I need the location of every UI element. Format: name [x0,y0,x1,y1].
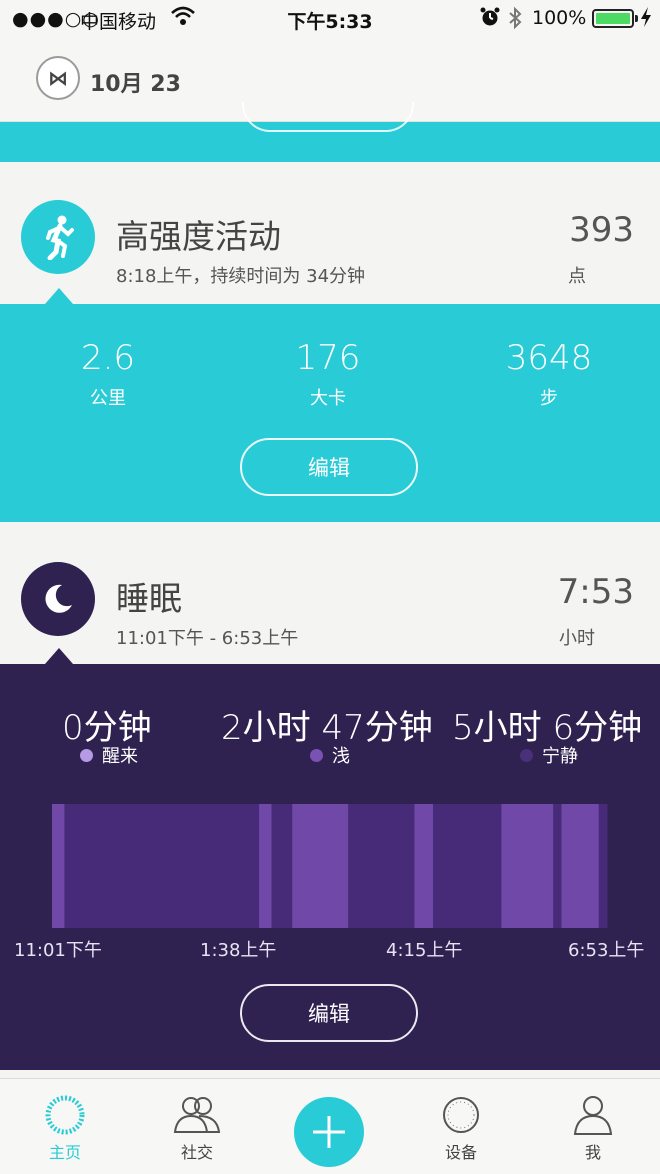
sleep-duration: 7:53 [557,572,634,612]
time-tick: 4:15上午 [386,940,463,961]
activity-card-header[interactable]: 高强度活动 8:18上午，持续时间为 34分钟 393 点 [0,162,660,304]
previous-edit-button[interactable] [242,102,414,132]
sleep-segment [259,804,273,928]
stat-value: 2.6 [80,338,136,378]
header-date: 10月 23 [90,72,181,97]
sleep-segment [52,804,65,928]
app-logo-button[interactable]: ⋈ [36,56,80,100]
sleep-segment [64,804,260,928]
running-icon [21,200,95,274]
battery-fill [596,13,630,24]
stat-label: 公里 [90,388,126,409]
tab-me[interactable]: 我 [543,1091,643,1163]
tab-label: 设备 [444,1143,477,1162]
activity-title: 高强度活动 [116,217,281,256]
sleep-segment [271,804,293,928]
bluetooth-icon [508,6,522,35]
stat-label: 大卡 [310,388,346,409]
add-button[interactable] [294,1097,364,1167]
time-tick: 1:38上午 [200,940,277,961]
activity-points: 393 [569,210,634,250]
previous-card-strip [0,102,660,162]
activity-stat-calories: 176 大卡 [248,338,408,410]
panel-pointer [45,288,73,304]
alarm-icon [480,6,500,33]
charging-icon [640,6,652,32]
sleep-title: 睡眠 [116,579,182,618]
home-ring-icon [15,1091,115,1139]
stat-value: 176 [295,338,361,378]
sleep-segment [553,804,562,928]
sleep-unit: 小时 [559,628,595,649]
activity-detail-panel: 2.6 公里 176 大卡 3648 步 编辑 [0,288,660,522]
tab-home[interactable]: 主页 [15,1091,115,1163]
activity-unit: 点 [568,266,586,287]
panel-pointer [45,648,73,664]
activity-stat-steps: 3648 步 [469,338,629,410]
plus-icon [313,1116,345,1148]
sleep-subtitle: 11:01下午 - 6:53上午 [116,628,299,649]
person-icon [543,1091,643,1139]
sleep-segment [414,804,434,928]
sleep-segment [501,804,554,928]
tab-label: 社交 [180,1143,213,1162]
sleep-segment [598,804,608,928]
tab-bar: 主页 社交 设备 我 [0,1078,660,1174]
sleep-chart [52,804,608,928]
sleep-card-header[interactable]: 睡眠 11:01下午 - 6:53上午 7:53 小时 [0,522,660,664]
time-tick: 6:53上午 [568,940,645,961]
tab-devices[interactable]: 设备 [411,1091,511,1163]
moon-icon [21,562,95,636]
battery-percent: 100% [532,7,587,29]
sleep-detail-panel: 0分钟 醒来 2小时 47分钟 浅 5小时 6分钟 宁静 11:01下午 1:3… [0,648,660,1070]
sleep-segment [292,804,349,928]
sleep-segment [433,804,502,928]
activity-stat-distance: 2.6 公里 [28,338,188,410]
time-tick: 11:01下午 [14,940,102,961]
sleep-edit-button[interactable]: 编辑 [240,984,418,1042]
stat-value: 3648 [505,338,593,378]
activity-subtitle: 8:18上午，持续时间为 34分钟 [116,266,366,287]
stat-label: 步 [540,388,558,409]
device-icon [411,1091,511,1139]
people-icon [147,1091,247,1139]
sleep-segment [348,804,415,928]
status-bar: ●●●○○ 中国移动 下午5:33 100% [0,0,660,38]
battery-icon [592,9,638,28]
tab-label: 主页 [48,1143,81,1162]
activity-edit-button[interactable]: 编辑 [240,438,418,496]
tab-social[interactable]: 社交 [147,1091,247,1163]
sleep-segment [561,804,600,928]
tab-label: 我 [584,1143,601,1162]
